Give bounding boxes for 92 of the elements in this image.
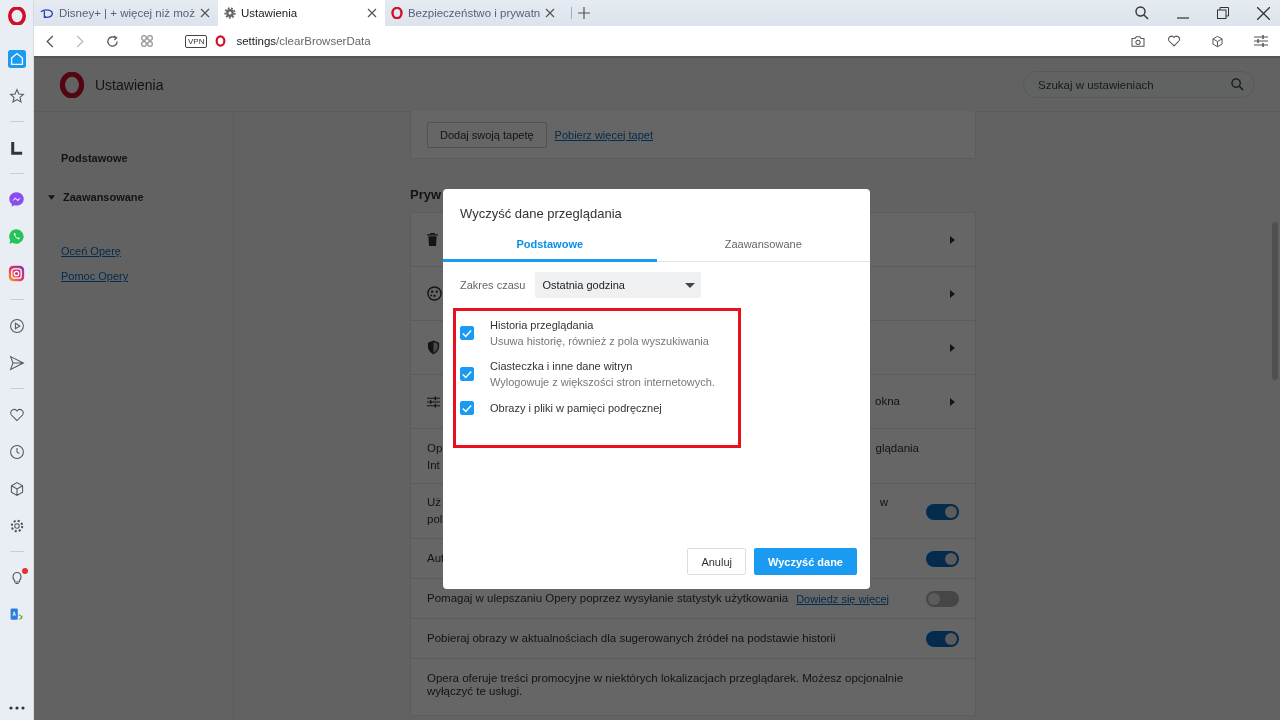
more-wallpapers-link[interactable]: Pobierz więcej tapet [554,128,653,141]
shield-icon [427,340,440,355]
sliders-icon[interactable] [1254,35,1268,47]
tab-title: Bezpieczeństwo i prywatn [407,7,541,19]
toggle-switch[interactable] [926,590,959,607]
setting-text: Int [427,459,441,472]
page-title: Ustawienia [95,76,164,93]
setting-text: Opera oferuje treści promocyjne w niektórych lokalizacjach przeglądarek. Możesz opcjonalnie wyłączyć te usługi. [427,672,905,698]
option-label: Ciasteczka i inne dane witryn [490,360,634,372]
tab-title: Ustawienia [240,7,299,19]
chevron-right-icon[interactable] [950,343,955,352]
translate-icon[interactable] [8,606,25,623]
learn-more-link[interactable]: Dowiedz się więcej [796,592,890,605]
close-icon[interactable] [1257,6,1270,20]
setting-text: okna [875,395,900,408]
add-wallpaper-button[interactable]: Dodaj swoją tapetę [427,121,547,148]
setting-text: Pobieraj obrazy w aktualnościach dla sugerowanych źródeł na podstawie historii [427,632,836,645]
option-description: Wylogowuje z większości stron internetowych. [490,376,715,388]
option-label: Obrazy i pliki w pamięci podręcznej [490,402,662,414]
opera-logo-icon [59,71,85,98]
instagram-icon[interactable] [8,265,25,282]
address-field[interactable]: settings/clearBrowserData [236,35,1109,47]
dialog-tab[interactable]: Podstawowe [443,231,657,262]
checkbox[interactable] [460,401,474,415]
settings-icon[interactable] [8,517,25,534]
setting-text: Pomagaj w ulepszaniu Opery poprzez wysyłanie statystyk użytkowania [427,592,789,605]
tab-title: Disney+ | + więcej niż moż [59,7,195,19]
camera-icon[interactable] [1131,35,1145,47]
browser-tab[interactable]: Bezpieczeństwo i prywatn [384,0,564,26]
clear-data-button[interactable]: Wyczyść dane [754,548,857,575]
trash-icon [427,233,438,246]
heart-icon[interactable] [8,406,25,423]
letter-l-logo-icon[interactable] [10,140,23,155]
more-icon[interactable] [8,706,25,710]
chevron-right-icon[interactable] [950,235,955,244]
opera-logo-icon [215,35,227,47]
checkbox[interactable] [460,367,474,381]
option-label: Historia przeglądania [490,319,595,331]
notification-dot [21,567,28,574]
time-range-label: Zakres czasu [460,279,526,291]
chevron-right-icon[interactable] [950,397,955,406]
nav-link[interactable]: Oceń Operę [61,245,121,257]
opera-logo-icon[interactable] [7,7,26,25]
time-range-dropdown[interactable]: Ostatnia godzina [535,272,702,298]
search-icon[interactable] [1135,6,1149,20]
heart-icon[interactable] [1167,34,1181,48]
section-title: Pryw [410,187,443,202]
setting-text: Uż [427,496,443,509]
new-tab-icon[interactable] [571,7,591,19]
star-icon[interactable] [8,87,25,104]
setting-text: glądania [875,442,919,455]
toggle-switch[interactable] [926,504,959,520]
reload-icon[interactable] [106,34,119,48]
sliders-icon [427,395,440,408]
setting-text: pol [427,513,443,526]
grid-icon[interactable] [141,35,153,47]
dialog-title: Wyczyść dane przeglądania [459,205,623,221]
search-field[interactable]: Szukaj w ustawieniach [1023,71,1255,98]
checkbox[interactable] [460,326,474,340]
dialog-tab[interactable]: Zaawansowane [656,231,870,262]
caret-icon[interactable] [48,194,55,200]
setting-text: Op [427,442,443,455]
close-icon[interactable] [199,8,210,18]
dropdown-arrow-icon [685,282,696,288]
home-icon[interactable] [7,49,26,68]
vpn-badge[interactable]: VPN [185,34,208,48]
chevron-right-icon[interactable] [950,289,955,298]
cookie-icon [427,286,442,301]
nav-link[interactable]: Pomoc Opery [61,270,129,282]
restore-icon[interactable] [1217,7,1229,19]
site-favicon-icon [40,7,54,19]
toggle-switch[interactable] [926,550,959,567]
settings-icon [223,7,236,19]
browser-tab[interactable]: Ustawienia [217,0,385,26]
toggle-switch[interactable] [926,630,959,647]
close-icon[interactable] [545,8,556,18]
option-description: Usuwa historię, również z pola wyszukiwania [490,335,709,347]
play-circle-icon[interactable] [8,317,25,334]
setting-text: Aut [427,552,445,565]
close-icon[interactable] [366,8,377,18]
opera-logo-icon [390,7,403,19]
browser-tab[interactable]: Disney+ | + więcej niż moż [34,0,218,26]
send-icon[interactable] [8,354,25,371]
nav-item[interactable]: Zaawansowane [63,191,144,203]
setting-text: w [879,496,888,509]
cube-icon[interactable] [1211,34,1224,48]
cube-icon[interactable] [8,480,25,497]
clock-icon[interactable] [8,443,25,460]
cancel-button[interactable]: Anuluj [687,548,746,575]
messenger-icon[interactable] [8,191,25,208]
nav-item[interactable]: Podstawowe [61,152,233,164]
back-icon[interactable] [46,34,54,48]
